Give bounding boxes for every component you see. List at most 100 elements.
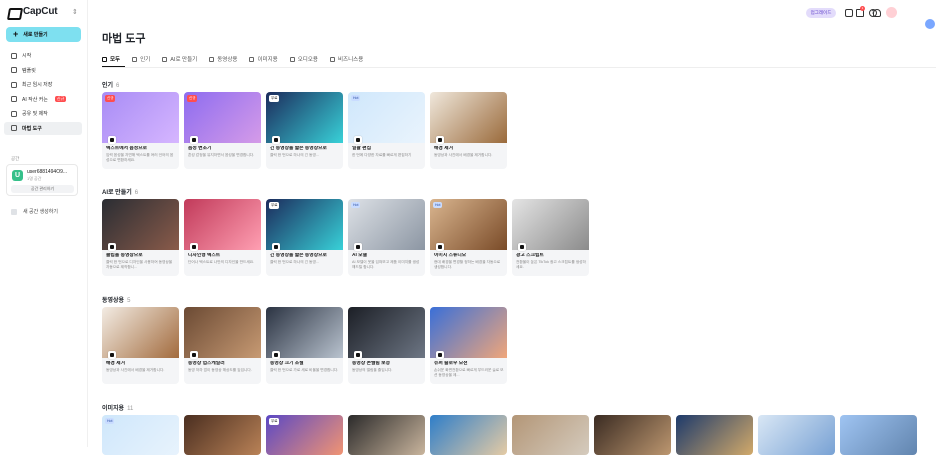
tool-card[interactable]: 동영상 크기 조절 클릭 한 번으로 가로 세로 비율을 변경합니다. [266, 307, 343, 384]
logo[interactable]: CapCut [8, 6, 58, 17]
tool-card[interactable]: 광고 스크립트 전환율이 높은 TikTok 광고 스크립트를 생성하세요. [512, 199, 589, 276]
sidebar-toggle-icon[interactable]: ⇕ [72, 8, 78, 16]
tool-card[interactable]: 동영상 업스케일러 동영 저하 없이 동영상 해상도를 높입니다. [184, 307, 261, 384]
tab-label: 이미지용 [257, 57, 278, 63]
tool-description: 단어나 텍스트로 나만의 디자인을 만드세요. [188, 260, 255, 264]
new-badge: 신규 [54, 96, 67, 102]
tab-video[interactable]: 동영상용 [209, 55, 237, 63]
tool-card[interactable]: 무료 긴 동영상을 짧은 동영상으로 클릭 한 번으로 하나의 긴 동영... [266, 199, 343, 276]
sidebar: CapCut ⇕ + 새로 만들기 시작 템플릿 최근 임시 저장 AI 작산 … [0, 0, 88, 447]
bell-icon[interactable] [873, 9, 881, 17]
tool-card[interactable] [512, 415, 589, 455]
tool-card[interactable] [758, 415, 835, 455]
tool-card[interactable] [184, 415, 261, 455]
sidebar-item-recent[interactable]: 최근 임시 저장 [4, 78, 82, 91]
new-space-button[interactable]: 새 공간 생성하기 [11, 208, 58, 215]
tool-icon [354, 136, 362, 144]
section-title-text: 이미지용 [102, 406, 125, 412]
tool-title: 동영상 업스케일러 [188, 361, 225, 366]
tab-popular[interactable]: 인기 [132, 55, 150, 63]
tool-card[interactable]: Hot AI 모델 AI 모델이 옷을 입혀보고 제품 이미지를 생성해드릴 합니다… [348, 199, 425, 276]
manage-space-button[interactable]: 공간 관리하기 [11, 185, 74, 193]
tool-card[interactable]: Hot 일괄 편집 한 번에 다양한 자료를 빠르게 편집하기 [348, 92, 425, 169]
sidebar-item-share[interactable]: 공유 및 제작 [4, 107, 82, 120]
tool-card[interactable]: Hot 이미지 스튜디오 현대 배경을 변경할 정하는 배경을 자동으로 생성합니다… [430, 199, 507, 276]
tool-card[interactable]: 동영상 손떨림 보정 동영상의 떨림을 줄입니다. [348, 307, 425, 384]
tool-icon [436, 243, 444, 251]
tool-thumbnail [184, 415, 261, 455]
category-tabs: 모두 인기 AI로 만들기 동영상용 이미지용 오디오용 비즈니스용 [102, 55, 363, 63]
ai-icon [11, 96, 17, 102]
space-user-sub: 1명 공간 [27, 176, 42, 181]
tool-title: 디자인형 텍스트 [188, 253, 221, 258]
tool-icon [436, 351, 444, 359]
tool-description: AI 모델이 옷을 입혀보고 제품 이미지를 생성해드릴 합니다. [352, 260, 420, 269]
section-count: 5 [127, 298, 131, 304]
space-card[interactable]: U user6881494O9... 1명 공간 공간 관리하기 [6, 164, 78, 196]
tool-card[interactable] [676, 415, 753, 455]
page-title: 마법 도구 [102, 33, 146, 45]
tool-description: 혼성 감정을 유지하면서 음성을 변경합니다. [188, 153, 255, 157]
tool-description: 입력 음성을 자연해 텍스트를 여러 언어의 음성으로 변환하세요. [106, 153, 174, 162]
tool-card[interactable]: Hot [102, 415, 179, 455]
tool-card[interactable]: 신규 텍스트에서 음성으로 입력 음성을 자연해 텍스트를 여러 언어의 음성으로 … [102, 92, 179, 169]
sidebar-item-magic-tools[interactable]: 마법 도구 [4, 121, 82, 135]
section-count: 11 [127, 406, 134, 412]
tool-thumbnail [348, 415, 425, 455]
grid-icon [102, 56, 107, 62]
magic-icon [11, 125, 17, 131]
tool-thumbnail: Hot [102, 415, 179, 455]
tool-thumbnail [676, 415, 753, 455]
tool-title: 음성 변조기 [188, 146, 212, 151]
tool-card[interactable]: 무료 [266, 415, 343, 455]
tool-card[interactable] [840, 415, 917, 455]
tab-business[interactable]: 비즈니스용 [329, 55, 363, 63]
space-user-name: user6881494O9... [27, 169, 68, 175]
tool-tag: Hot [433, 202, 443, 208]
tool-card[interactable]: 무료 긴 동영상을 짧은 동영상으로 클릭 한 번으로 하나의 긴 동영... [266, 92, 343, 169]
tool-card[interactable]: 클립을 동영상으로클릭 한 번으로 디자인을 사용하여 동영상을 자동으로 제작… [102, 199, 179, 276]
section-title-text: 동영상용 [102, 298, 125, 304]
sidebar-item-templates[interactable]: 템플릿 [4, 64, 82, 77]
tool-icon [190, 243, 198, 251]
sidebar-item-home[interactable]: 시작 [4, 49, 82, 62]
sidebar-item-label: 템플릿 [22, 67, 36, 74]
sidebar-item-label: 공유 및 제작 [22, 111, 48, 117]
tool-card[interactable]: 슈퍼 슬로우 모션 손쉬운 화면전환으로 빠르게 부드러운 슬로 모션 동영상을 … [430, 307, 507, 384]
sidebar-item-label: 최근 임시 저장 [22, 82, 53, 88]
tab-audio[interactable]: 오디오용 [289, 55, 318, 63]
new-project-button[interactable]: + 새로 만들기 [6, 27, 81, 42]
tool-title: 배경 제거 [106, 361, 125, 366]
assistant-float-icon[interactable] [925, 19, 935, 29]
tool-card[interactable] [594, 415, 671, 455]
tool-tag: 신규 [187, 95, 198, 102]
tool-description: 손쉬운 화면전환으로 빠르게 부드러운 슬로 모션 동영상을 제... [434, 368, 504, 377]
section-title-text: AI로 만들기 [102, 190, 132, 196]
tab-all[interactable]: 모두 [102, 55, 120, 63]
tab-ai[interactable]: AI로 만들기 [162, 55, 197, 63]
top-bar: 업그레이드 1 ? [776, 0, 936, 24]
tab-image[interactable]: 이미지용 [249, 55, 278, 63]
tool-card[interactable]: 배경 제거 동영상과 사진에서 배경을 제거합니다. [102, 307, 179, 384]
tool-card[interactable] [348, 415, 425, 455]
tool-row: Hot 무료 [102, 415, 917, 455]
tool-card[interactable]: 신규음성 변조기혼성 감정을 유지하면서 음성을 변경합니다. [184, 92, 261, 169]
upgrade-button[interactable]: 업그레이드 [806, 8, 836, 18]
monitor-icon[interactable] [845, 9, 853, 17]
tool-tag: 무료 [269, 418, 280, 425]
sidebar-nav: 시작 템플릿 최근 임시 저장 AI 작산 커는 신규 공유 및 제작 마법 도구 [4, 49, 82, 136]
tool-description: 클릭 한 번으로 디자인을 사용하여 동영상을 자동으로 제작합니... [106, 260, 173, 269]
tool-card[interactable]: 디자인형 텍스트단어나 텍스트로 나만의 디자인을 만드세요. [184, 199, 261, 276]
section-count: 6 [116, 83, 120, 89]
tool-title: 클립을 동영상으로 [106, 253, 143, 258]
tool-card[interactable]: 배경 제거 동영상과 사진에서 배경을 제거합니다. [430, 92, 507, 169]
tool-thumbnail: 무료 [266, 415, 343, 455]
avatar[interactable] [886, 7, 897, 18]
tool-card[interactable] [430, 415, 507, 455]
tool-icon [272, 243, 280, 251]
tool-icon [108, 243, 116, 251]
tool-icon [354, 351, 362, 359]
sidebar-item-ai[interactable]: AI 작산 커는 신규 [4, 93, 82, 106]
notification-badge: 1 [860, 6, 865, 11]
tool-title: 동영상 크기 조절 [270, 361, 304, 366]
